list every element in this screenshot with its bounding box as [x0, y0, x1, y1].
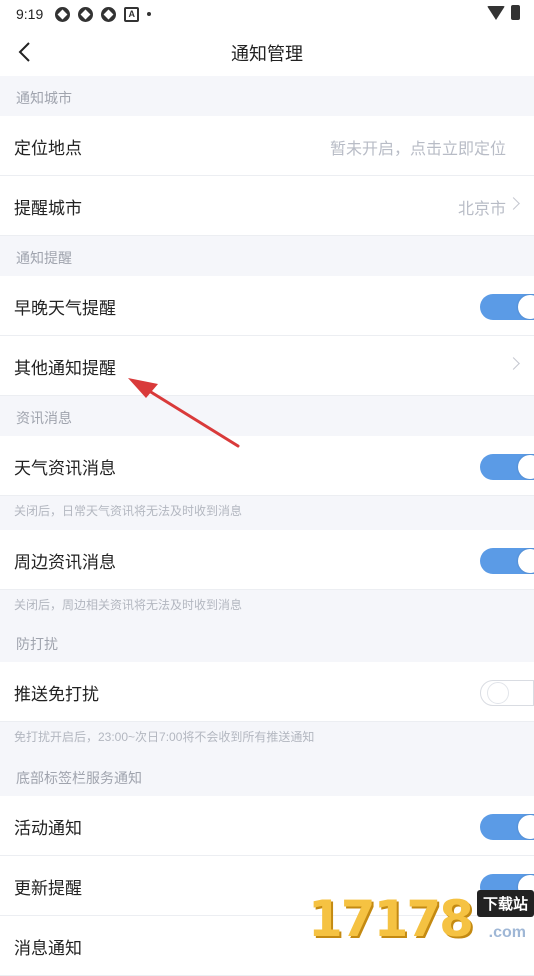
section-header-dnd: 防打扰: [16, 636, 58, 652]
section-header-news: 资讯消息: [16, 410, 72, 426]
morning-evening-toggle[interactable]: [480, 294, 534, 320]
location-value[interactable]: 暂未开启，点击立即定位: [330, 135, 506, 159]
row-morning-evening-weather: 早晚天气提醒: [0, 276, 534, 336]
watermark-download-label: 下载站: [476, 890, 534, 917]
row-other-notifications[interactable]: 其他通知提醒: [0, 336, 534, 396]
battery-icon: [511, 5, 520, 20]
watermark-logo: 17178 下载站 .com: [308, 888, 534, 950]
status-time: 9:19: [16, 6, 44, 22]
row-activity-notification: 活动通知: [0, 796, 534, 856]
row-reminder-city[interactable]: 提醒城市 北京市: [0, 176, 534, 236]
row-label: 提醒城市: [14, 199, 82, 218]
chevron-right-icon: [507, 357, 520, 370]
row-label: 消息通知: [14, 939, 82, 958]
nearby-news-note: 关闭后，周边相关资讯将无法及时收到消息: [14, 598, 243, 612]
app-notification-icon: [78, 6, 94, 22]
app-notification-icon: [55, 6, 71, 22]
app-notification-icon: [101, 6, 117, 22]
row-label: 定位地点: [14, 139, 82, 158]
wifi-icon: [487, 5, 505, 20]
row-label: 周边资讯消息: [14, 553, 116, 572]
row-push-dnd: 推送免打扰: [0, 662, 534, 722]
row-label: 早晚天气提醒: [14, 299, 116, 318]
weather-news-toggle[interactable]: [480, 454, 534, 480]
row-label: 活动通知: [14, 819, 82, 838]
push-dnd-note: 免打扰开启后，23:00~次日7:00将不会收到所有推送通知: [14, 730, 315, 744]
watermark-domain: .com: [488, 924, 526, 941]
section-header-tabbar: 底部标签栏服务通知: [16, 770, 142, 786]
chevron-right-icon: [507, 197, 520, 210]
weather-news-note: 关闭后，日常天气资讯将无法及时收到消息: [14, 504, 243, 518]
a-notification-icon: A: [124, 6, 140, 22]
activity-toggle[interactable]: [480, 814, 534, 840]
row-label: 更新提醒: [14, 879, 82, 898]
row-nearby-news: 周边资讯消息: [0, 530, 534, 590]
row-location[interactable]: 定位地点 暂未开启，点击立即定位: [0, 116, 534, 176]
status-bar: 9:19 A: [0, 0, 534, 28]
row-weather-news: 天气资讯消息: [0, 436, 534, 496]
row-label: 其他通知提醒: [14, 359, 116, 378]
row-label: 推送免打扰: [14, 685, 99, 704]
push-dnd-toggle[interactable]: [480, 680, 534, 706]
section-header-reminder: 通知提醒: [16, 250, 72, 266]
city-value: 北京市: [457, 201, 506, 218]
more-notifications-dot-icon: [147, 12, 152, 16]
row-label: 天气资讯消息: [14, 459, 116, 478]
watermark-number: 17178: [308, 890, 474, 948]
nearby-news-toggle[interactable]: [480, 548, 534, 574]
section-header-city: 通知城市: [16, 90, 72, 106]
nav-bar: 通知管理: [0, 28, 534, 76]
status-notification-icons: A: [55, 6, 152, 22]
page-title: 通知管理: [231, 44, 303, 64]
